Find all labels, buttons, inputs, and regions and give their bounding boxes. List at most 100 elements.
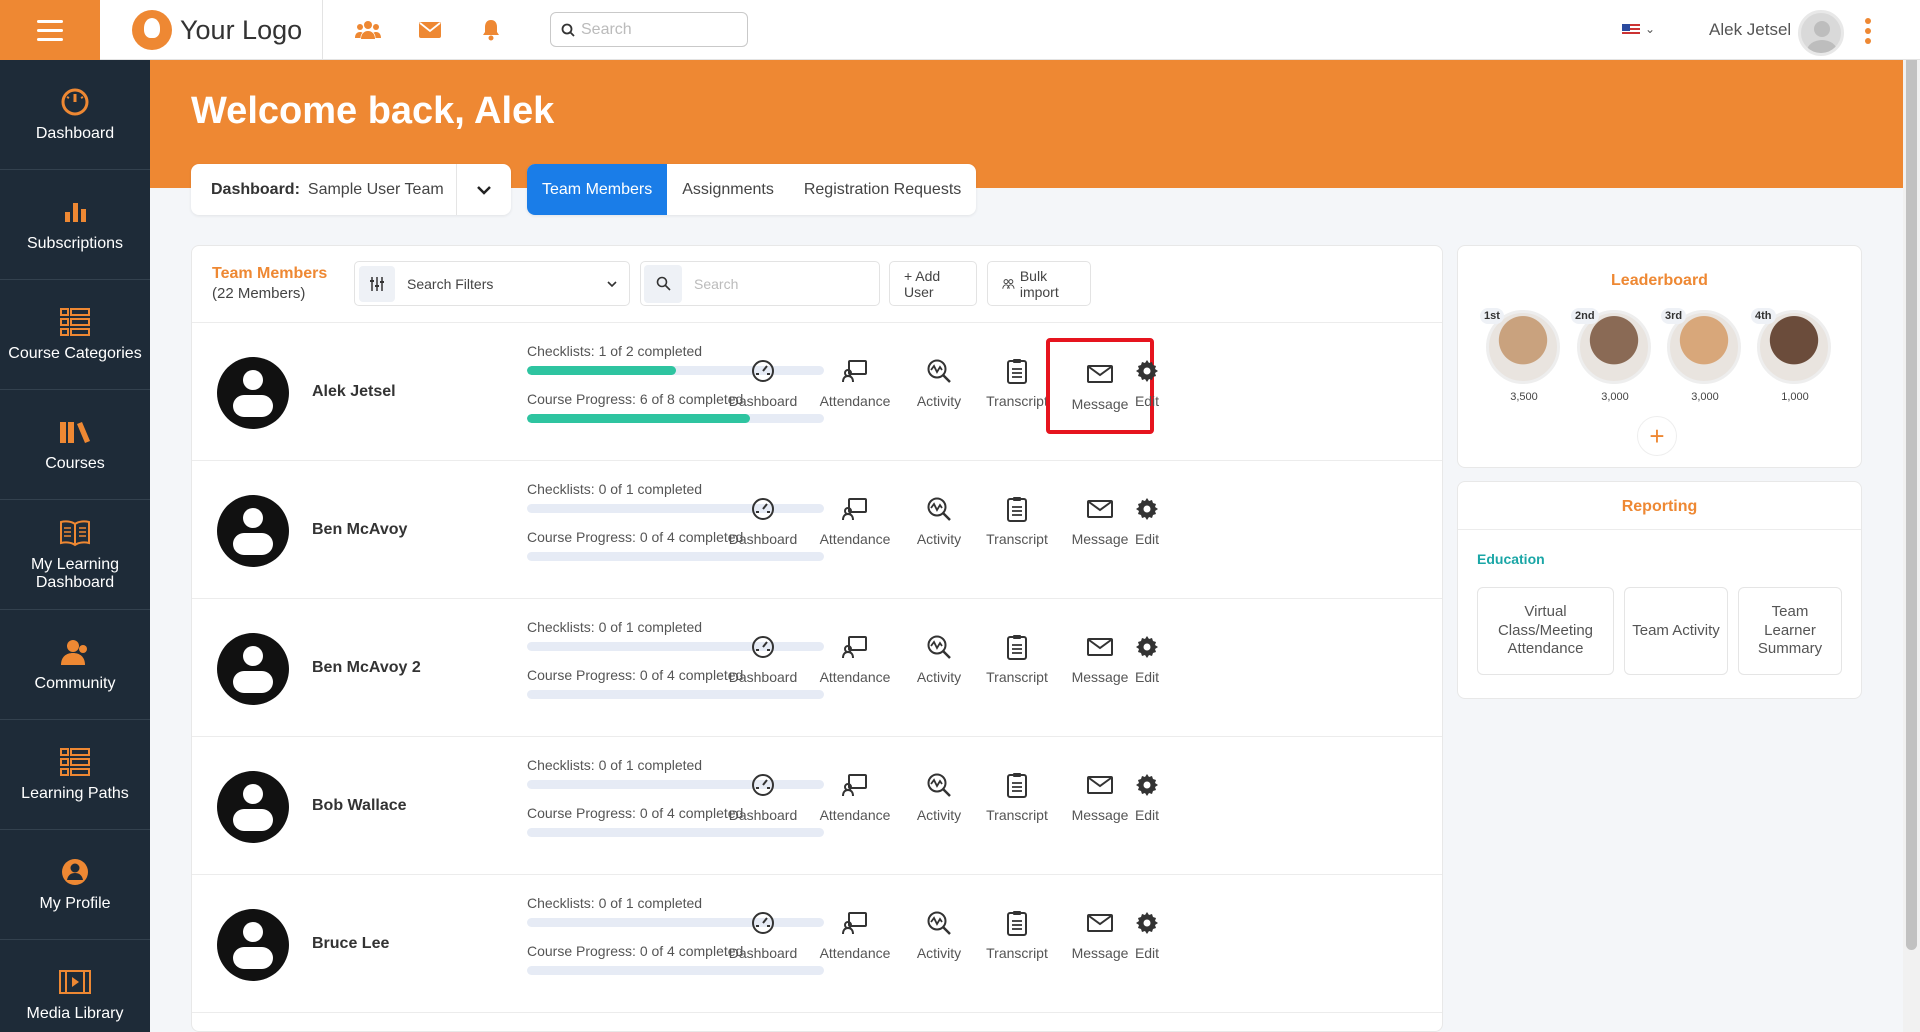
member-count: (22 Members) — [212, 285, 306, 302]
sidebar-item-subscriptions[interactable]: Subscriptions — [0, 170, 150, 280]
rank-badge: 3rd — [1661, 308, 1687, 324]
sidebar-item-label: My Learning Dashboard — [30, 555, 120, 591]
edit-button[interactable]: Edit — [1117, 357, 1177, 421]
leaderboard-entry[interactable]: 1st 3,500 — [1480, 308, 1560, 403]
leaderboard-entry[interactable]: 4th 1,000 — [1751, 308, 1831, 403]
edit-button[interactable]: Edit — [1117, 771, 1177, 835]
member-name[interactable]: Ben McAvoy 2 — [312, 659, 421, 677]
leaderboard-title: Leaderboard — [1611, 272, 1708, 289]
dashboard-label: Dashboard — [728, 393, 798, 409]
edit-button[interactable]: Edit — [1117, 909, 1177, 973]
search-filters-select[interactable]: Search Filters — [354, 261, 630, 306]
member-name[interactable]: Alek Jetsel — [312, 383, 396, 401]
dashboard-button[interactable]: Dashboard — [713, 633, 813, 697]
tab-team-members[interactable]: Team Members — [527, 164, 668, 215]
dashboard-button[interactable]: Dashboard — [713, 909, 813, 973]
avatar[interactable] — [217, 495, 289, 567]
add-user-button[interactable]: + Add User — [889, 261, 977, 306]
avatar[interactable] — [217, 771, 289, 843]
dashboard-button[interactable]: Dashboard — [713, 771, 813, 835]
table-row: Bruce Lee Checklists: 0 of 1 completed Cou… — [192, 875, 1442, 1013]
hamburger-icon — [37, 17, 63, 44]
sidebar-item-learning-paths[interactable]: Learning Paths — [0, 720, 150, 830]
edit-button[interactable]: Edit — [1117, 495, 1177, 559]
transcript-icon — [1003, 909, 1031, 937]
team-icon[interactable] — [355, 17, 381, 43]
panel-title: Team Members — [212, 265, 328, 282]
menu-toggle-button[interactable] — [0, 0, 100, 60]
table-row: Alek Jetsel Checklists: 1 of 2 completed C… — [192, 323, 1442, 461]
report-card-virtual-attendance[interactable]: Virtual Class/Meeting Attendance — [1477, 587, 1614, 675]
top-search-input[interactable] — [581, 20, 731, 39]
scrollbar-thumb[interactable] — [1906, 2, 1917, 950]
edit-icon — [1133, 909, 1161, 937]
sidebar-item-label: Learning Paths — [21, 784, 129, 802]
table-row: Bob Wallace Checklists: 0 of 1 completed C… — [192, 737, 1442, 875]
attendance-label: Attendance — [819, 807, 891, 823]
member-name[interactable]: Ben McAvoy — [312, 521, 407, 539]
transcript-label: Transcript — [986, 393, 1048, 409]
message-icon — [1086, 495, 1114, 523]
top-search-box — [550, 12, 748, 47]
edit-button[interactable]: Edit — [1117, 633, 1177, 697]
user-name[interactable]: Alek Jetsel — [1709, 20, 1791, 40]
activity-icon — [925, 909, 953, 937]
chevron-down-icon[interactable] — [456, 164, 511, 215]
message-icon — [1086, 360, 1114, 388]
avatar[interactable] — [217, 909, 289, 981]
dashboard-button[interactable]: Dashboard — [713, 357, 813, 421]
sidebar-item-my-profile[interactable]: My Profile — [0, 830, 150, 940]
dashboard-label: Dashboard — [728, 945, 798, 961]
tab-assignments[interactable]: Assignments — [667, 164, 789, 215]
activity-label: Activity — [916, 393, 962, 409]
attendance-icon — [841, 357, 869, 385]
avatar[interactable] — [217, 633, 289, 705]
report-card-team-activity[interactable]: Team Activity — [1624, 587, 1728, 675]
sidebar-item-community[interactable]: Community — [0, 610, 150, 720]
sidebar-item-my-learning-dashboard[interactable]: My Learning Dashboard — [0, 500, 150, 610]
add-leader-button[interactable]: + — [1637, 416, 1677, 456]
toolbar: Team Members (22 Members) Search Filters… — [192, 246, 1442, 323]
member-name[interactable]: Bruce Lee — [312, 935, 389, 953]
dashboard-select[interactable]: Dashboard: Sample User Team — [191, 164, 511, 215]
logo[interactable]: Your Logo — [132, 10, 302, 50]
progress-fill — [527, 366, 676, 375]
activity-label: Activity — [916, 531, 962, 547]
avatar[interactable] — [217, 357, 289, 429]
avatar[interactable] — [1798, 10, 1844, 56]
books-icon — [59, 417, 91, 447]
edit-icon — [1133, 495, 1161, 523]
attendance-icon — [841, 771, 869, 799]
sidebar-item-dashboard[interactable]: Dashboard — [0, 60, 150, 170]
leaderboard-entry[interactable]: 3rd 3,000 — [1661, 308, 1741, 403]
message-icon — [1086, 909, 1114, 937]
transcript-icon — [1003, 495, 1031, 523]
sidebar-item-media-library[interactable]: Media Library — [0, 940, 150, 1032]
page-scrollbar[interactable] — [1903, 0, 1920, 1032]
leaderboard-entry[interactable]: 2nd 3,000 — [1571, 308, 1651, 403]
edit-icon — [1133, 771, 1161, 799]
tab-registration-requests[interactable]: Registration Requests — [789, 164, 976, 215]
bulk-import-button[interactable]: Bulk import — [987, 261, 1091, 306]
member-search-input[interactable] — [694, 275, 864, 292]
mail-icon[interactable] — [417, 17, 443, 43]
member-search-box — [640, 261, 880, 306]
bell-icon[interactable] — [478, 17, 504, 43]
member-name[interactable]: Bob Wallace — [312, 797, 407, 815]
course-progress-label: Course Progress: 0 of 4 completed — [527, 529, 744, 545]
chevron-down-icon[interactable]: ⌄ — [1645, 22, 1655, 36]
checklist-progress-label: Checklists: 0 of 1 completed — [527, 481, 703, 497]
sidebar-item-label: Courses — [45, 454, 105, 472]
report-card-label: Team Learner Summary — [1757, 602, 1823, 658]
sidebar-item-course-categories[interactable]: Course Categories — [0, 280, 150, 390]
transcript-label: Transcript — [986, 669, 1048, 685]
divider — [322, 0, 323, 60]
dashboard-button[interactable]: Dashboard — [713, 495, 813, 559]
report-card-team-learner-summary[interactable]: Team Learner Summary — [1738, 587, 1842, 675]
checklist-progress-label: Checklists: 1 of 2 completed — [527, 343, 703, 359]
gauge-icon — [59, 87, 91, 117]
checklist-progress-label: Checklists: 0 of 1 completed — [527, 757, 703, 773]
sidebar-item-courses[interactable]: Courses — [0, 390, 150, 500]
flag-icon[interactable] — [1622, 24, 1640, 36]
kebab-menu-icon[interactable] — [1863, 18, 1873, 44]
